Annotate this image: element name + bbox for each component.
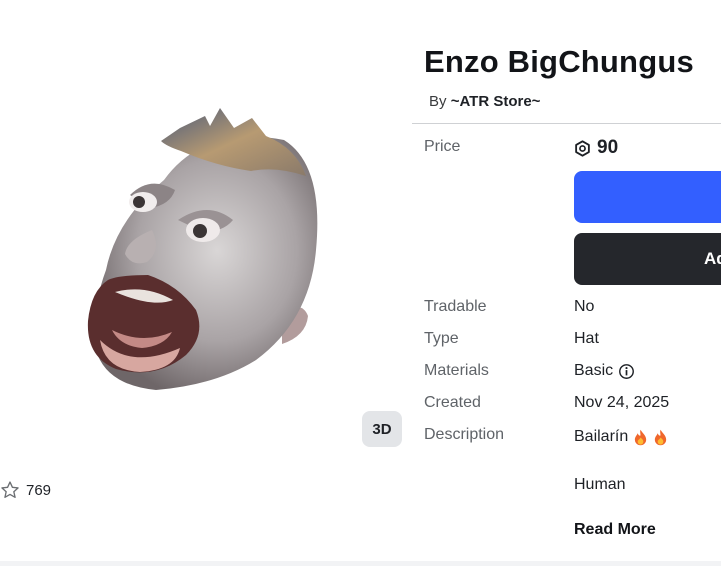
price-value: 90 xyxy=(574,137,618,159)
price-label: Price xyxy=(424,138,461,155)
view-3d-button[interactable]: 3D xyxy=(362,411,402,447)
buy-button[interactable] xyxy=(574,171,721,223)
by-prefix: By xyxy=(429,93,447,110)
creator-link[interactable]: ~ATR Store~ xyxy=(451,93,541,110)
add-to-cart-button[interactable]: Ad xyxy=(574,233,721,285)
created-value: Nov 24, 2025 xyxy=(574,394,669,412)
robux-icon xyxy=(575,139,590,157)
created-text: Nov 24, 2025 xyxy=(574,394,670,411)
page-bottom-divider xyxy=(0,561,721,566)
type-label: Type xyxy=(424,330,459,347)
item-title: Enzo BigChungus xyxy=(424,44,694,79)
favorite-count: 769 xyxy=(26,481,52,499)
created-label: Created xyxy=(424,394,481,411)
type-text: Hat xyxy=(574,330,599,347)
price-amount: 90 xyxy=(597,137,619,158)
item-thumbnail xyxy=(87,108,318,390)
type-value: Hat xyxy=(574,330,599,348)
favorite-button[interactable]: 769 xyxy=(0,476,51,504)
tradable-label: Tradable xyxy=(424,298,487,315)
star-icon xyxy=(1,481,19,498)
fire-emoji-icon xyxy=(635,429,647,445)
details-divider xyxy=(412,123,721,124)
description-text-2: Human xyxy=(574,476,626,493)
read-more-link[interactable]: Read More xyxy=(574,521,656,539)
materials-value: Basic xyxy=(574,362,635,380)
info-icon[interactable] xyxy=(618,363,635,380)
creator-byline: By ~ATR Store~ xyxy=(429,93,540,110)
materials-text: Basic xyxy=(574,362,614,379)
description-text-1: Bailarín xyxy=(574,428,629,445)
description-line-2: Human xyxy=(574,476,626,494)
tradable-value: No xyxy=(574,298,594,316)
materials-label: Materials xyxy=(424,362,489,379)
tradable-text: No xyxy=(574,298,595,315)
description-label: Description xyxy=(424,426,505,443)
fire-emoji-icon xyxy=(655,429,667,445)
description-line-1: Bailarín xyxy=(574,428,668,446)
